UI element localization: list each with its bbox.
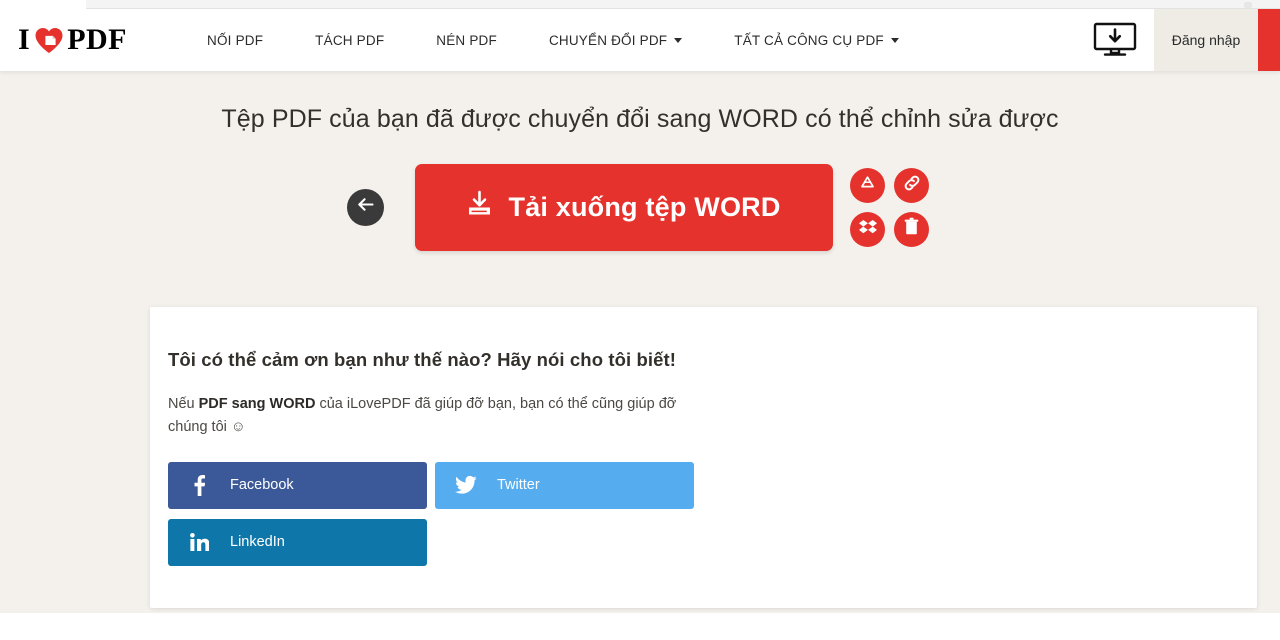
linkedin-icon: [168, 533, 230, 552]
download-icon: [466, 190, 493, 224]
copy-link-button[interactable]: [894, 167, 929, 203]
nav-merge-pdf[interactable]: NỐI PDF: [181, 9, 289, 71]
chevron-down-icon: [890, 37, 899, 43]
social-share-buttons: Facebook Twitter LinkedIn: [168, 461, 694, 566]
nav-all-pdf-tools[interactable]: TẤT CẢ CÔNG CỤ PDF: [708, 9, 925, 71]
nav-all-pdf-tools-label: TẤT CẢ CÔNG CỤ PDF: [734, 32, 884, 48]
ilovepdf-logo[interactable]: I PDF: [18, 9, 127, 71]
main-navigation: NỐI PDF TÁCH PDF NÉN PDF CHUYỂN ĐỔI PDF …: [181, 9, 925, 71]
header-right-actions: Đăng nhập: [1076, 9, 1280, 71]
login-button[interactable]: Đăng nhập: [1154, 9, 1258, 71]
nav-split-pdf[interactable]: TÁCH PDF: [289, 9, 410, 71]
share-twitter-button[interactable]: Twitter: [435, 461, 694, 509]
thank-you-card: Tôi có thể cảm ơn bạn như thế nào? Hãy n…: [150, 307, 1257, 608]
nav-convert-pdf[interactable]: CHUYỂN ĐỔI PDF: [523, 9, 708, 71]
login-button-label: Đăng nhập: [1171, 32, 1241, 48]
browser-control-dot: [1244, 2, 1252, 8]
monitor-download-icon[interactable]: [1076, 9, 1154, 71]
share-linkedin-label: LinkedIn: [230, 534, 285, 551]
nav-compress-pdf-label: NÉN PDF: [436, 32, 497, 48]
arrow-left-icon: [357, 197, 374, 217]
nav-convert-pdf-label: CHUYỂN ĐỔI PDF: [548, 32, 668, 48]
save-to-dropbox-button[interactable]: [850, 211, 885, 247]
card-description: Nếu PDF sang WORD của iLovePDF đã giúp đ…: [168, 393, 688, 440]
page-title: Tệp PDF của bạn đã được chuyển đổi sang …: [221, 105, 1059, 133]
download-word-file-button[interactable]: Tải xuống tệp WORD: [414, 163, 833, 251]
card-title: Tôi có thể cảm ơn bạn như thế nào? Hãy n…: [168, 349, 677, 370]
nav-merge-pdf-label: NỐI PDF: [207, 32, 264, 48]
site-header: I PDF NỐI PDF TÁCH PDF NÉN PDF CHUYỂN ĐỔ…: [0, 9, 1280, 71]
facebook-icon: [168, 474, 230, 496]
share-twitter-label: Twitter: [497, 477, 540, 494]
dropbox-icon: [858, 218, 878, 241]
logo-text-left: I: [18, 23, 31, 56]
browser-chrome-strip: [0, 0, 1280, 9]
download-action-row: Tải xuống tệp WORD: [0, 163, 1280, 251]
delete-file-button[interactable]: [894, 211, 929, 247]
card-description-part1: Nếu: [168, 396, 199, 412]
file-side-actions: [846, 163, 934, 251]
card-description-highlight: PDF sang WORD: [198, 396, 316, 412]
below-fold-area: [0, 613, 1280, 640]
share-facebook-label: Facebook: [230, 477, 294, 494]
google-drive-icon: [858, 174, 877, 197]
share-facebook-button[interactable]: Facebook: [168, 461, 427, 509]
nav-split-pdf-label: TÁCH PDF: [315, 32, 385, 48]
signup-button[interactable]: [1258, 9, 1280, 71]
page-viewport: I PDF NỐI PDF TÁCH PDF NÉN PDF CHUYỂN ĐỔ…: [0, 9, 1280, 613]
chevron-down-icon: [674, 37, 683, 43]
link-icon: [902, 173, 922, 198]
download-word-file-label: Tải xuống tệp WORD: [508, 191, 781, 222]
back-button[interactable]: [346, 188, 384, 226]
trash-icon: [903, 217, 920, 241]
save-to-google-drive-button[interactable]: [850, 167, 885, 203]
twitter-icon: [435, 476, 497, 495]
logo-text-right: PDF: [67, 23, 128, 56]
share-linkedin-button[interactable]: LinkedIn: [168, 518, 427, 566]
nav-compress-pdf[interactable]: NÉN PDF: [410, 9, 523, 71]
browser-tab-edge: [0, 0, 86, 9]
heart-icon: [34, 26, 64, 54]
